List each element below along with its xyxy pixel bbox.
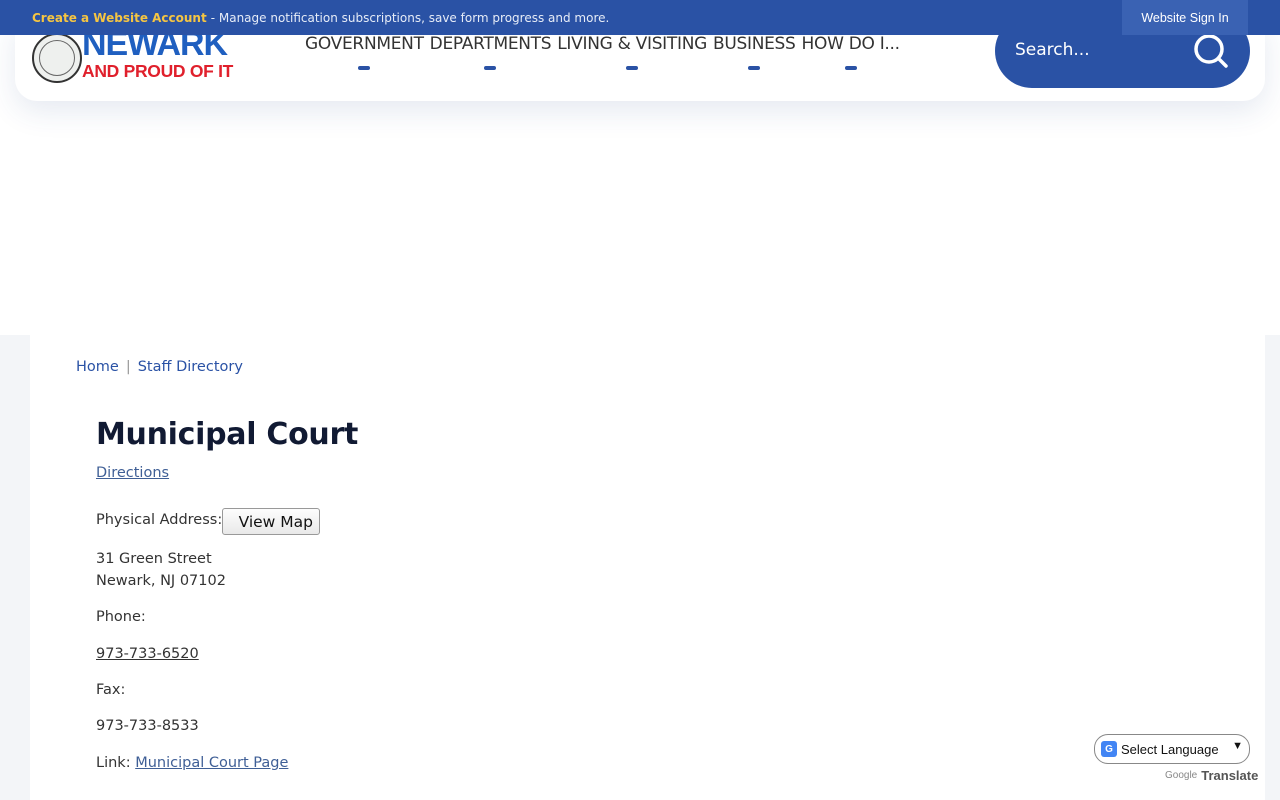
content-card: Home | Staff Directory Municipal Court D… <box>30 285 1265 800</box>
notification-bar: Create a Website Account - Manage notifi… <box>0 0 1280 35</box>
view-map-button[interactable]: View Map <box>222 508 320 535</box>
website-sign-in-button[interactable]: Website Sign In <box>1122 0 1248 35</box>
nav-living-visiting[interactable]: LIVING & VISITING <box>554 32 710 72</box>
breadcrumb: Home | Staff Directory <box>76 359 243 375</box>
fax-label: Fax: <box>96 682 126 698</box>
create-account-link[interactable]: Create a Website Account <box>32 11 207 25</box>
nav-departments[interactable]: DEPARTMENTS <box>427 32 555 72</box>
language-select-label: Select Language <box>1121 741 1219 757</box>
google-translate-icon: G <box>1101 741 1117 757</box>
chevron-down-icon: ▼ <box>1232 740 1243 752</box>
nav-business-label: BUSINESS <box>712 34 796 54</box>
link-row: Link: Municipal Court Page <box>96 755 288 771</box>
breadcrumb-staff-directory[interactable]: Staff Directory <box>138 359 243 375</box>
search-button[interactable] <box>1192 32 1230 70</box>
translate-label: Translate <box>1201 768 1259 783</box>
notification-message: - Manage notification subscriptions, sav… <box>210 10 610 25</box>
nav-government[interactable]: GOVERNMENT <box>302 32 427 72</box>
address-line-1: 31 Green Street <box>96 551 212 567</box>
nav-indicator <box>626 66 639 70</box>
logo-tagline: AND PROUD OF IT <box>82 61 234 81</box>
nav-government-label: GOVERNMENT <box>305 34 424 54</box>
municipal-court-page-link[interactable]: Municipal Court Page <box>135 755 288 771</box>
search-icon <box>1194 34 1228 68</box>
nav-living-visiting-label: LIVING & VISITING <box>557 34 707 54</box>
city-seal-icon <box>32 33 82 83</box>
nav-how-do-i[interactable]: HOW DO I... <box>799 32 903 72</box>
phone-link[interactable]: 973-733-6520 <box>96 646 199 662</box>
powered-by-google[interactable]: Google Translate <box>1165 768 1258 783</box>
nav-business[interactable]: BUSINESS <box>710 32 799 72</box>
fax-number: 973-733-8533 <box>96 718 199 734</box>
nav-indicator <box>358 66 371 70</box>
breadcrumb-home[interactable]: Home <box>76 359 119 375</box>
physical-address-label: Physical Address: <box>96 512 223 528</box>
directions-link[interactable]: Directions <box>96 465 169 481</box>
nav-departments-label: DEPARTMENTS <box>429 34 552 54</box>
page-title: Municipal Court <box>96 417 358 452</box>
google-label: Google <box>1165 770 1198 781</box>
address-line-2: Newark, NJ 07102 <box>96 573 226 589</box>
link-label: Link: <box>96 755 131 771</box>
search-input[interactable] <box>1015 32 1185 68</box>
nav-how-do-i-label: HOW DO I... <box>801 34 900 54</box>
nav-indicator <box>748 66 761 70</box>
phone-label: Phone: <box>96 609 146 625</box>
nav-indicator <box>484 66 497 70</box>
breadcrumb-separator: | <box>125 359 131 375</box>
main-nav: GOVERNMENT DEPARTMENTS LIVING & VISITING… <box>302 32 903 72</box>
nav-indicator <box>844 66 857 70</box>
language-select[interactable]: G Select Language ▼ <box>1094 734 1250 764</box>
